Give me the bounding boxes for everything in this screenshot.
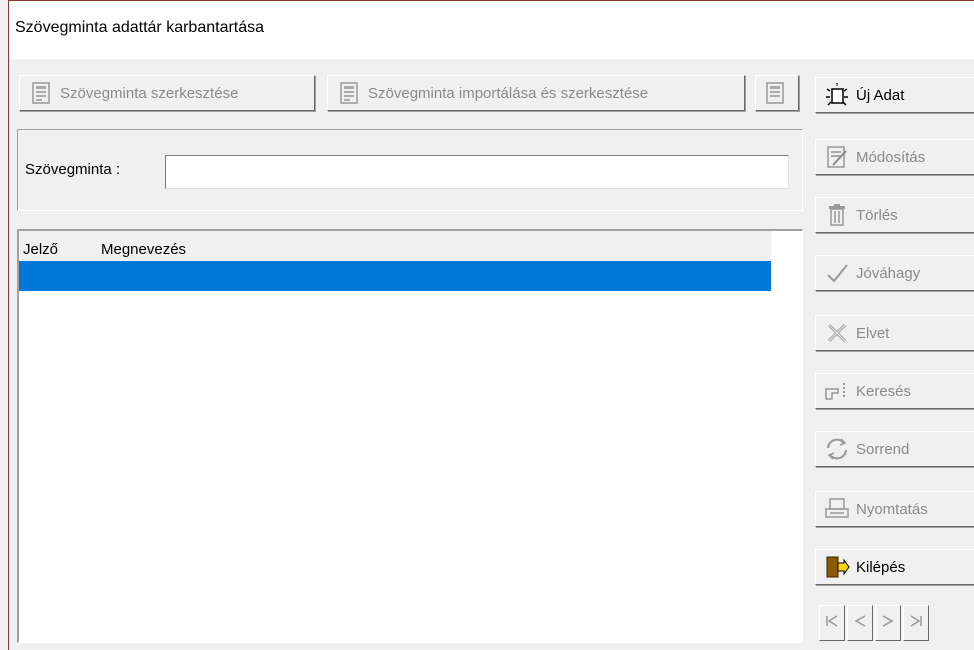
window-title: Szövegminta adattár karbantartása <box>15 19 265 36</box>
print-button[interactable]: Nyomtatás <box>815 491 974 527</box>
search-label: Keresés <box>856 382 912 400</box>
print-label: Nyomtatás <box>856 500 928 518</box>
checkmark-icon <box>824 260 850 286</box>
import-pattern-label: Szövegminta importálása és szerkesztése <box>368 84 649 102</box>
modify-label: Módosítás <box>856 148 926 166</box>
trash-icon <box>824 202 850 228</box>
reject-label: Elvet <box>856 324 890 342</box>
nav-first-button[interactable] <box>819 605 845 641</box>
pattern-list[interactable]: Jelző Megnevezés <box>17 229 803 643</box>
list-header: Jelző Megnevezés <box>19 231 771 261</box>
pattern-label: Szövegminta : <box>25 161 121 178</box>
main-window: Szövegminta adattár karbantartása Szöveg… <box>8 0 974 650</box>
last-record-icon <box>909 614 923 632</box>
next-record-icon <box>881 614 895 632</box>
new-record-label: Új Adat <box>856 86 905 104</box>
search-button[interactable]: Keresés <box>815 373 974 409</box>
document-import-icon <box>336 80 362 106</box>
pattern-input[interactable] <box>165 155 789 189</box>
extra-doc-button[interactable] <box>755 75 799 111</box>
delete-label: Törlés <box>856 206 898 224</box>
reject-button[interactable]: Elvet <box>815 315 974 351</box>
nav-last-button[interactable] <box>903 605 929 641</box>
exit-button[interactable]: Kilépés <box>815 549 974 585</box>
document-modify-icon <box>824 144 850 170</box>
x-icon <box>824 320 850 346</box>
document-icon <box>762 80 788 106</box>
prev-record-icon <box>853 614 867 632</box>
new-record-button[interactable]: Új Adat <box>815 77 974 113</box>
order-label: Sorrend <box>856 440 910 458</box>
exit-door-icon <box>824 554 850 580</box>
refresh-icon <box>824 436 850 462</box>
nav-next-button[interactable] <box>875 605 901 641</box>
document-edit-icon <box>28 80 54 106</box>
column-jelzo[interactable]: Jelző <box>23 241 58 258</box>
edit-pattern-button[interactable]: Szövegminta szerkesztése <box>19 75 315 111</box>
printer-icon <box>824 496 850 522</box>
delete-button[interactable]: Törlés <box>815 197 974 233</box>
selected-row[interactable] <box>19 261 771 291</box>
pointing-hand-icon <box>824 378 850 404</box>
new-document-icon <box>824 82 850 108</box>
title-bar: Szövegminta adattár karbantartása <box>9 1 974 59</box>
approve-label: Jóváhagy <box>856 264 921 282</box>
order-button[interactable]: Sorrend <box>815 431 974 467</box>
approve-button[interactable]: Jóváhagy <box>815 255 974 291</box>
edit-pattern-label: Szövegminta szerkesztése <box>60 84 239 102</box>
modify-button[interactable]: Módosítás <box>815 139 974 175</box>
import-pattern-button[interactable]: Szövegminta importálása és szerkesztése <box>327 75 745 111</box>
exit-label: Kilépés <box>856 558 906 576</box>
first-record-icon <box>825 614 839 632</box>
column-megnevezes[interactable]: Megnevezés <box>101 241 186 258</box>
nav-prev-button[interactable] <box>847 605 873 641</box>
